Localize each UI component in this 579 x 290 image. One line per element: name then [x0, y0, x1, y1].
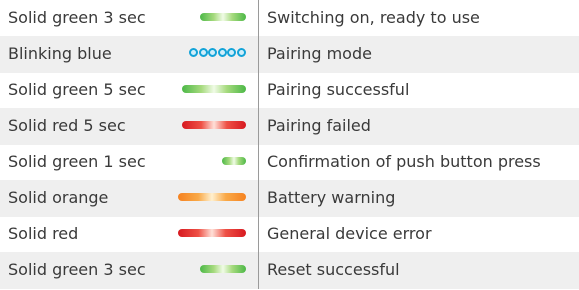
- led-meaning-label: Pairing mode: [267, 44, 372, 63]
- table-row: Solid green 5 sec Pairing successful: [0, 72, 579, 109]
- red-led-bar: [178, 229, 246, 237]
- table-row: Solid green 3 sec Reset successful: [0, 252, 579, 289]
- column-divider: [258, 144, 259, 181]
- blue-dot-icon: [217, 48, 227, 57]
- led-state-label: Blinking blue: [8, 44, 112, 63]
- blue-dot-icon: [208, 48, 217, 57]
- led-meaning-label: General device error: [267, 224, 432, 243]
- orange-led-bar: [178, 193, 246, 201]
- led-meaning-label: Reset successful: [267, 260, 400, 279]
- red-led-bar: [182, 121, 246, 129]
- table-row: Solid red 5 sec Pairing failed: [0, 108, 579, 145]
- led-meaning-label: Switching on, ready to use: [267, 8, 480, 27]
- column-divider: [258, 36, 259, 73]
- blue-dot-icon: [189, 48, 198, 57]
- led-state-label: Solid green 3 sec: [8, 260, 146, 279]
- table-row: Solid orange Battery warning: [0, 180, 579, 217]
- led-meaning-label: Confirmation of push button press: [267, 152, 541, 171]
- blue-dot-icon: [236, 48, 246, 57]
- column-divider: [258, 252, 259, 289]
- blinking-blue-dots: [189, 48, 246, 58]
- green-led-bar: [200, 265, 246, 273]
- table-row: Solid green 3 sec Switching on, ready to…: [0, 0, 579, 37]
- column-divider: [258, 0, 259, 37]
- led-meaning-label: Pairing failed: [267, 116, 371, 135]
- led-meaning-label: Pairing successful: [267, 80, 410, 99]
- table-row: Solid green 1 sec Confirmation of push b…: [0, 144, 579, 181]
- led-status-table: Solid green 3 sec Switching on, ready to…: [0, 0, 579, 290]
- led-state-label: Solid red 5 sec: [8, 116, 126, 135]
- led-state-label: Solid green 3 sec: [8, 8, 146, 27]
- green-led-bar: [200, 13, 246, 21]
- led-state-label: Solid green 1 sec: [8, 152, 146, 171]
- column-divider: [258, 108, 259, 145]
- table-row: Solid red General device error: [0, 216, 579, 253]
- column-divider: [258, 216, 259, 253]
- column-divider: [258, 180, 259, 217]
- led-meaning-label: Battery warning: [267, 188, 396, 207]
- green-led-bar: [222, 157, 246, 165]
- blue-dot-icon: [198, 48, 208, 57]
- led-state-label: Solid green 5 sec: [8, 80, 146, 99]
- led-state-label: Solid red: [8, 224, 79, 243]
- column-divider: [258, 72, 259, 109]
- blue-dot-icon: [227, 48, 236, 57]
- table-row: Blinking blue Pairing mode: [0, 36, 579, 73]
- green-led-bar: [182, 85, 246, 93]
- led-state-label: Solid orange: [8, 188, 109, 207]
